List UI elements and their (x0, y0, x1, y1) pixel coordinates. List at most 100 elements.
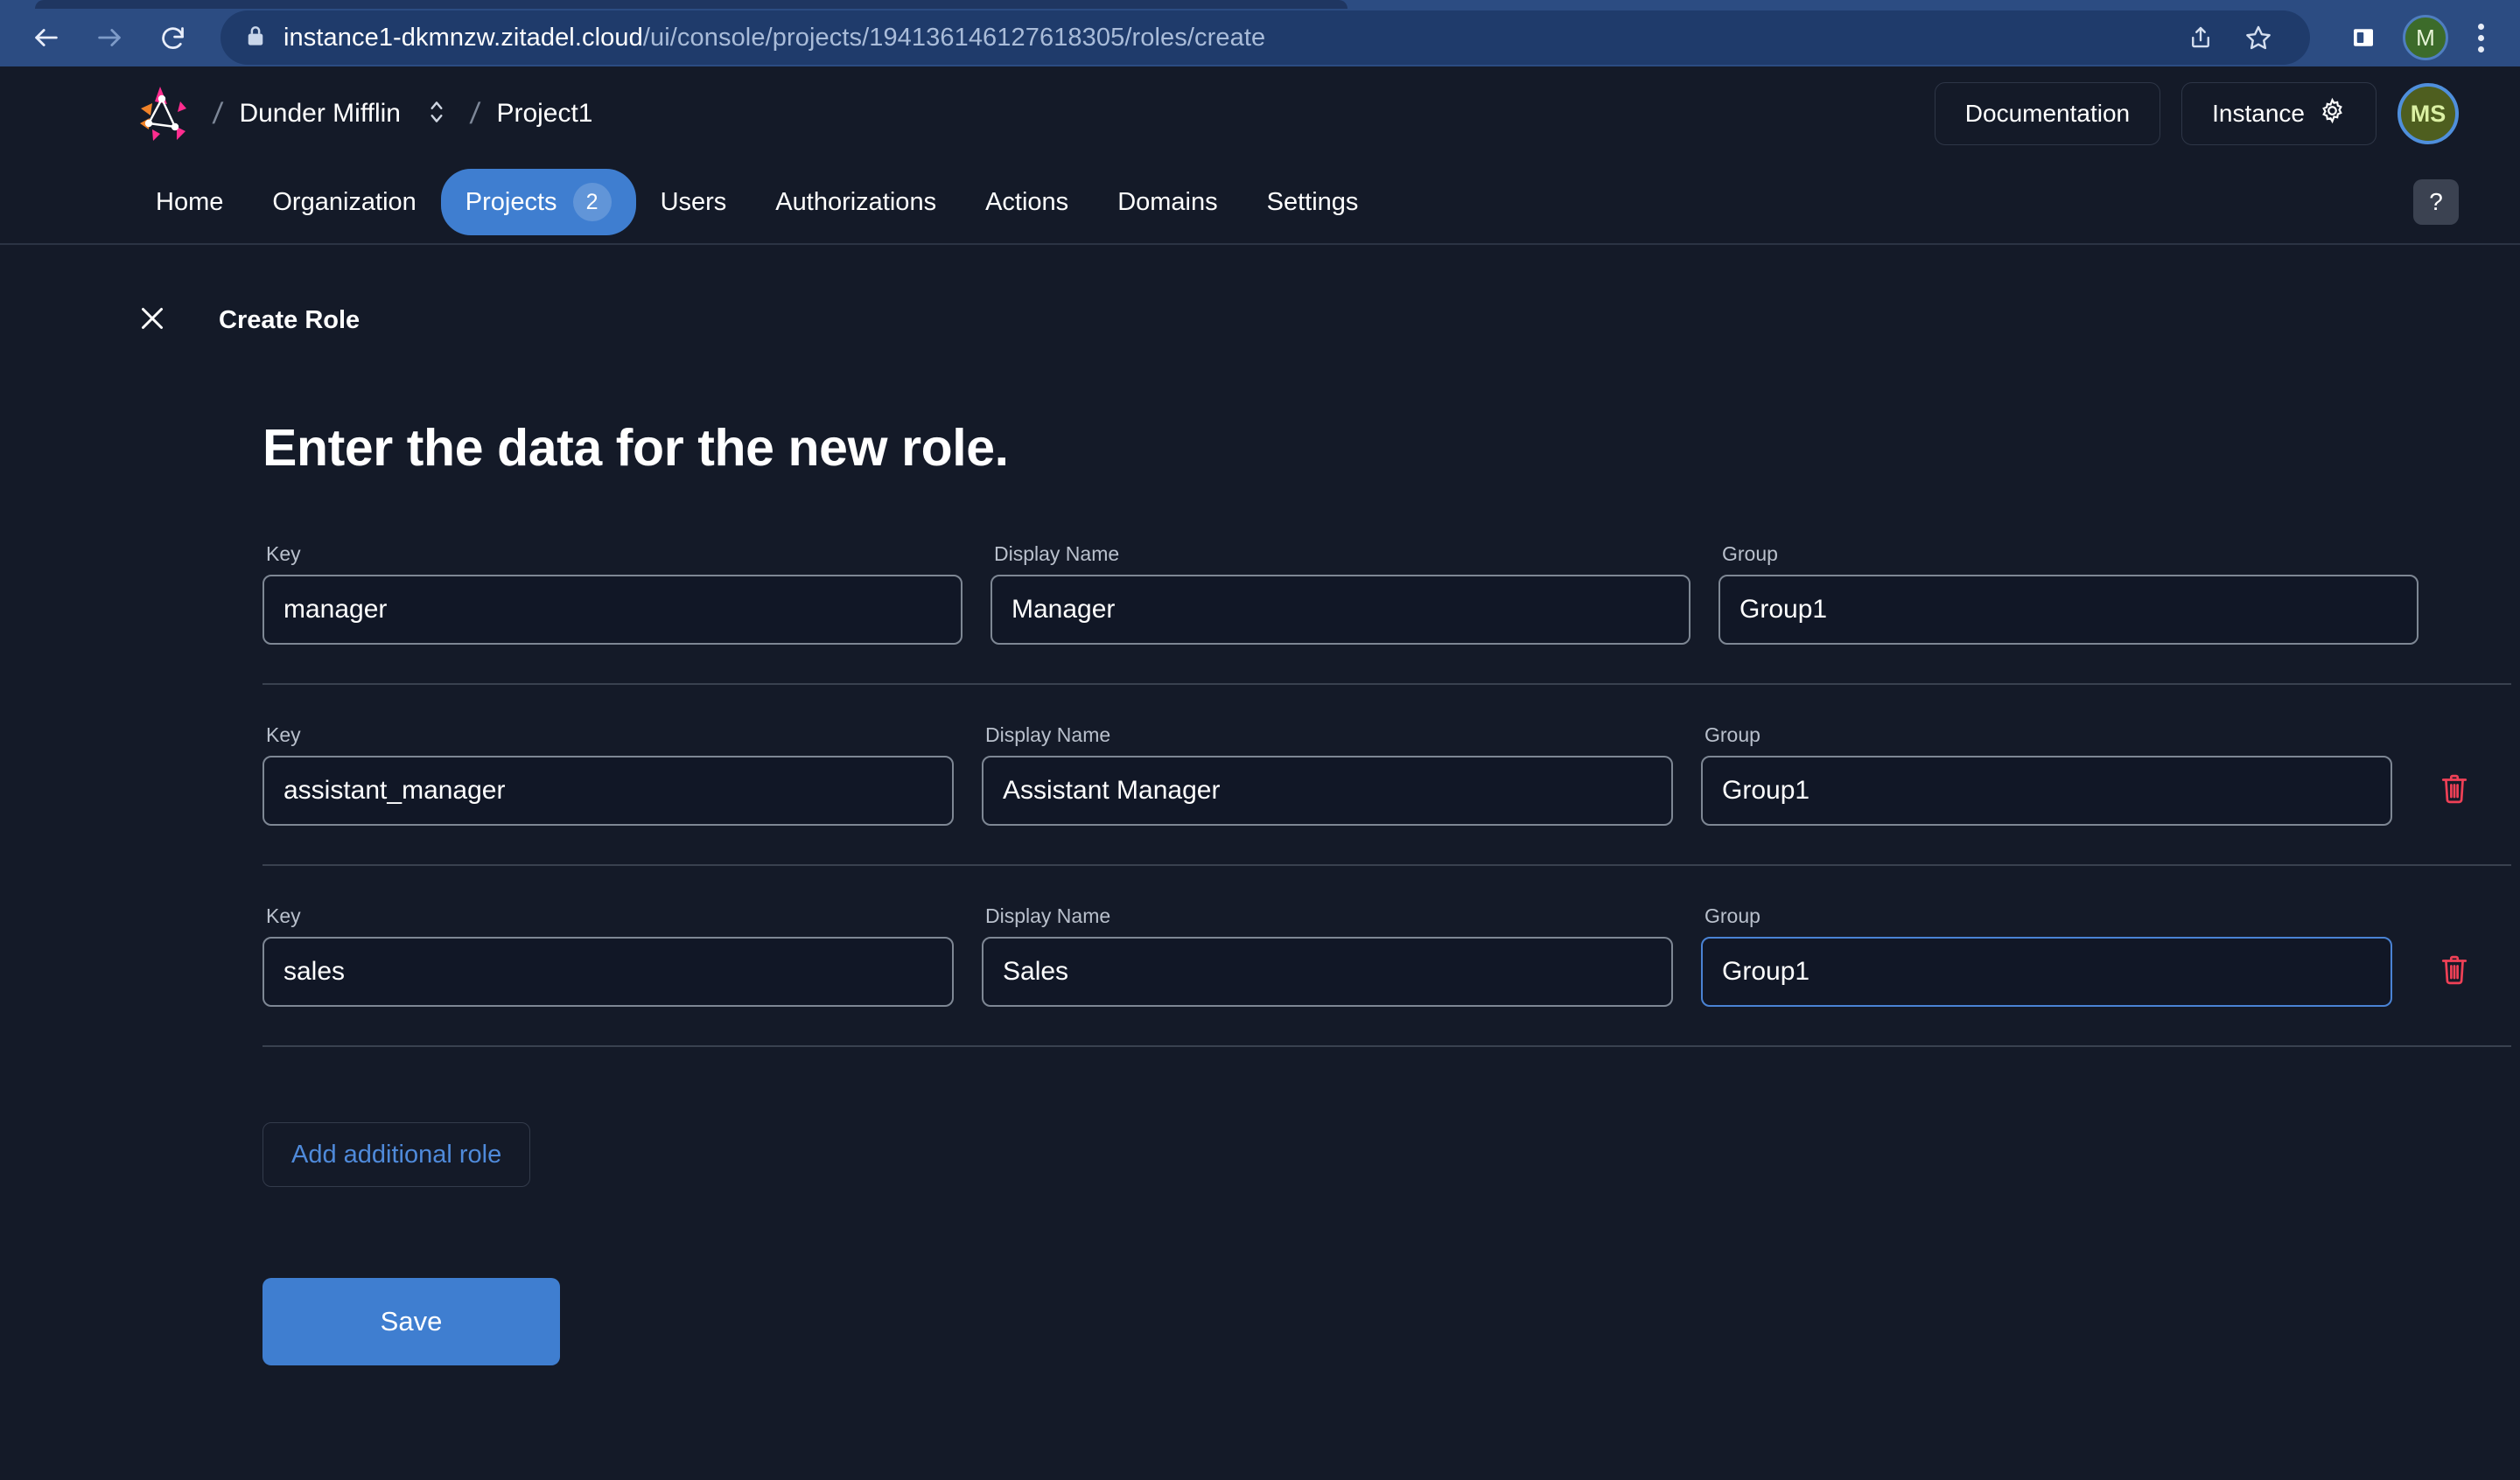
address-bar-url: instance1-dkmnzw.zitadel.cloud/ui/consol… (284, 24, 1265, 52)
row-divider (262, 864, 2511, 866)
bookmark-button[interactable] (2231, 10, 2286, 65)
nav-label: Home (156, 187, 224, 216)
key-label: Key (266, 542, 301, 565)
instance-button[interactable]: Instance (2181, 82, 2376, 145)
nav-label: Authorizations (775, 187, 937, 216)
group-field-group: Group (1701, 723, 2392, 826)
page-breadcrumb-label: Create Role (219, 305, 360, 334)
nav-label: Settings (1266, 187, 1359, 216)
nav-badge-projects: 2 (572, 183, 612, 221)
browser-tab-strip[interactable] (0, 0, 2520, 9)
key-input[interactable] (262, 756, 954, 826)
display-name-field-group: Display Name (982, 723, 1673, 826)
group-label: Group (1722, 542, 1778, 565)
side-panel-button[interactable] (2336, 10, 2390, 65)
nav-item-organization[interactable]: Organization (248, 174, 440, 231)
group-input[interactable] (1701, 937, 2392, 1007)
display-name-input[interactable] (990, 575, 1690, 645)
page-header: Create Role (131, 245, 2459, 341)
nav-item-projects[interactable]: Projects 2 (440, 169, 636, 235)
close-button[interactable] (131, 299, 173, 341)
user-avatar[interactable]: MS (2398, 83, 2459, 144)
help-label: ? (2429, 188, 2443, 215)
forward-button[interactable] (82, 10, 136, 65)
delete-role-button[interactable] (2427, 937, 2482, 1007)
share-button[interactable] (2174, 10, 2228, 65)
breadcrumb-project[interactable]: Project1 (496, 99, 592, 129)
browser-toolbar: instance1-dkmnzw.zitadel.cloud/ui/consol… (0, 9, 2520, 66)
browser-toolbar-end: M (2328, 10, 2501, 65)
reload-button[interactable] (145, 10, 200, 65)
help-button[interactable]: ? (2413, 179, 2459, 225)
key-field-group: Key (262, 723, 954, 826)
nav-label: Domains (1117, 187, 1218, 216)
group-input[interactable] (1718, 575, 2418, 645)
nav-item-actions[interactable]: Actions (961, 174, 1093, 231)
zitadel-logo-icon[interactable] (131, 81, 196, 146)
add-additional-role-label: Add additional role (291, 1140, 502, 1169)
group-label: Group (1704, 723, 1760, 746)
key-input[interactable] (262, 575, 962, 645)
key-label: Key (266, 723, 301, 746)
trash-icon (2439, 953, 2470, 992)
share-icon (2188, 24, 2214, 51)
back-button[interactable] (19, 10, 74, 65)
nav-item-settings[interactable]: Settings (1242, 174, 1383, 231)
arrow-right-icon (94, 23, 124, 52)
delete-role-button[interactable] (2427, 756, 2482, 826)
lock-icon (245, 24, 266, 52)
save-label: Save (380, 1306, 443, 1337)
group-field-group: Group (1701, 904, 2392, 1007)
role-row: Key Display Name Group (262, 904, 2511, 1045)
gear-icon (2319, 97, 2346, 130)
group-label: Group (1704, 904, 1760, 927)
chevron-up-down-icon (427, 96, 446, 132)
group-field-group: Group (1718, 542, 2418, 645)
profile-initial: M (2416, 24, 2435, 51)
browser-tab[interactable] (35, 0, 1348, 9)
nav-label: Users (660, 187, 727, 216)
nav-item-users[interactable]: Users (636, 174, 752, 231)
row-divider (262, 1045, 2511, 1047)
url-host: instance1-dkmnzw.zitadel.cloud (284, 23, 643, 52)
key-field-group: Key (262, 904, 954, 1007)
breadcrumb-separator-1: / (211, 96, 225, 130)
nav-item-domains[interactable]: Domains (1093, 174, 1242, 231)
browser-menu-button[interactable] (2460, 13, 2501, 62)
arrow-left-icon (32, 23, 61, 52)
main-navigation: Home Organization Projects 2 Users Autho… (0, 161, 2520, 245)
add-additional-role-button[interactable]: Add additional role (262, 1122, 531, 1187)
nav-label: Projects (465, 187, 557, 216)
close-icon (136, 303, 168, 339)
role-row: Key Display Name Group (262, 542, 2511, 683)
address-bar[interactable]: instance1-dkmnzw.zitadel.cloud/ui/consol… (220, 10, 2310, 65)
documentation-label: Documentation (1964, 100, 2131, 127)
nav-item-authorizations[interactable]: Authorizations (751, 174, 961, 231)
nav-label: Actions (985, 187, 1069, 216)
row-divider (262, 683, 2511, 685)
user-avatar-initials: MS (2410, 100, 2446, 127)
breadcrumb-separator-2: / (468, 96, 482, 130)
trash-icon (2439, 771, 2470, 811)
breadcrumb-org[interactable]: Dunder Mifflin (239, 99, 401, 129)
nav-item-list: Home Organization Projects 2 Users Autho… (131, 169, 1382, 235)
display-name-input[interactable] (982, 756, 1673, 826)
save-button[interactable]: Save (262, 1278, 560, 1365)
star-icon (2244, 24, 2272, 52)
nav-item-home[interactable]: Home (131, 174, 248, 231)
group-input[interactable] (1701, 756, 2392, 826)
app-header: / Dunder Mifflin / Project1 Documentatio… (0, 66, 2520, 161)
key-label: Key (266, 904, 301, 927)
display-name-field-group: Display Name (990, 542, 1690, 645)
page-title: Enter the data for the new role. (262, 419, 1009, 477)
role-row: Key Display Name Group (262, 723, 2511, 864)
nav-label: Organization (272, 187, 416, 216)
key-input[interactable] (262, 937, 954, 1007)
roles-form: Key Display Name Group Key (262, 542, 2511, 1365)
display-name-input[interactable] (982, 937, 1673, 1007)
header-actions: Documentation Instance MS (1934, 82, 2459, 145)
documentation-button[interactable]: Documentation (1934, 82, 2161, 145)
browser-profile-avatar[interactable]: M (2403, 15, 2448, 60)
org-switcher-button[interactable] (420, 91, 453, 137)
page-content: Create Role Enter the data for the new r… (0, 245, 2520, 1365)
